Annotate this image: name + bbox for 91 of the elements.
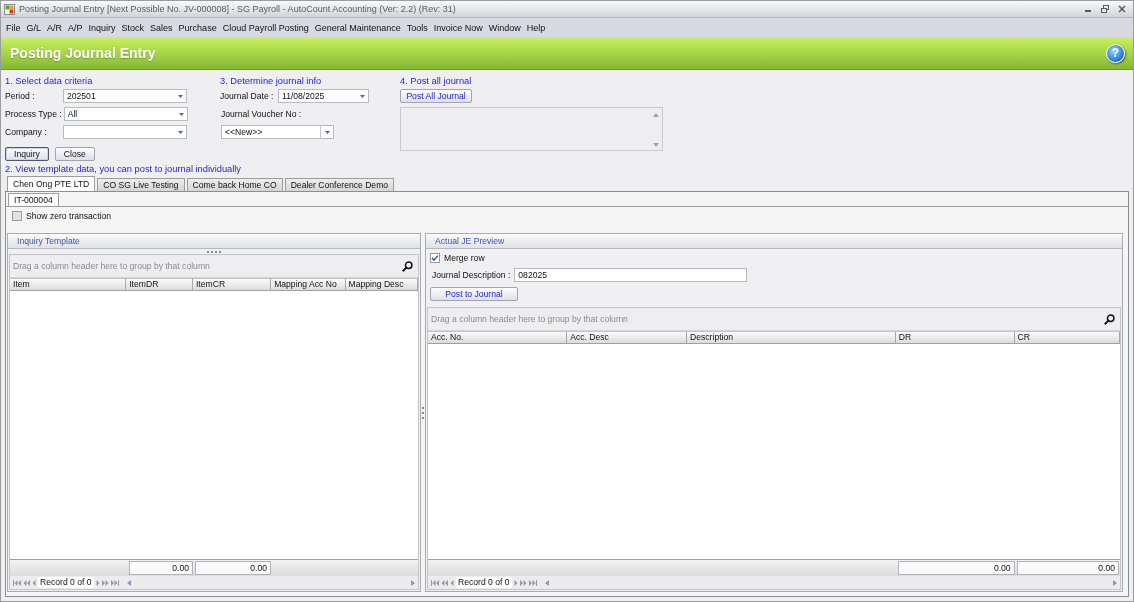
field-label: Journal Description : — [432, 270, 512, 280]
record-counter: Record 0 of 0 — [38, 577, 94, 588]
checkbox-label: Merge row — [444, 253, 485, 263]
tab[interactable]: Chen Ong PTE LTD — [7, 176, 96, 191]
menu-item[interactable]: A/P — [65, 22, 86, 33]
grip-icon[interactable] — [207, 250, 221, 253]
panel-title: Inquiry Template — [8, 234, 420, 249]
previous-page-icon[interactable] — [441, 579, 448, 586]
group-hint: Drag a column header here to group by that column — [13, 261, 210, 271]
text-field[interactable]: 082025 — [514, 268, 748, 282]
scroll-down-icon[interactable] — [653, 143, 659, 147]
app-icon — [4, 3, 15, 15]
checkbox[interactable] — [430, 253, 440, 263]
date-field[interactable]: 11/08/2025 — [278, 89, 369, 103]
last-icon[interactable] — [528, 579, 537, 586]
last-icon[interactable] — [110, 579, 119, 586]
scroll-right-icon[interactable] — [1113, 579, 1117, 586]
panel-title: Actual JE Preview — [426, 234, 1122, 249]
field-label: Process Type : — [5, 109, 63, 119]
menu-item[interactable]: File — [3, 22, 24, 33]
column-header[interactable]: Mapping Desc — [345, 278, 418, 291]
section-heading: 4. Post all journal — [400, 75, 473, 87]
column-header[interactable]: ItemCR — [193, 278, 272, 291]
menu-item[interactable]: Purchase — [175, 22, 220, 33]
menu-item[interactable]: Invoice Now — [430, 22, 486, 33]
field-label: Journal Voucher No : — [220, 109, 302, 119]
record-counter: Record 0 of 0 — [456, 577, 512, 588]
column-header[interactable]: Acc. No. — [428, 331, 568, 344]
caret-icon — [178, 94, 183, 98]
tab[interactable]: Come back Home CO — [186, 178, 283, 191]
column-header[interactable]: Description — [687, 331, 896, 344]
scroll-up-icon[interactable] — [653, 113, 659, 117]
menu-item[interactable]: Help — [523, 22, 549, 33]
section-heading: 3. Determine journal info — [220, 75, 323, 87]
scroll-left-icon[interactable] — [544, 579, 549, 586]
field-label: Journal Date : — [220, 91, 275, 101]
close-icon[interactable] — [1118, 5, 1126, 13]
dropdown-field[interactable]: <<New>> — [221, 125, 334, 139]
menu-item[interactable]: Sales — [147, 22, 176, 33]
total-cell: 0.00 — [195, 561, 271, 575]
menu-item[interactable]: Cloud Payroll Posting — [219, 22, 312, 33]
tab[interactable]: Dealer Conference Demo — [284, 178, 395, 191]
menu-item[interactable]: Window — [485, 22, 524, 33]
menu-item[interactable]: Tools — [403, 22, 431, 33]
post-journal-button[interactable]: Post to Journal — [430, 287, 518, 301]
first-icon[interactable] — [431, 579, 439, 586]
caret-icon — [178, 112, 184, 116]
menu-item[interactable]: Stock — [118, 22, 148, 33]
column-header[interactable]: Acc. Desc — [567, 331, 688, 344]
column-header[interactable]: CR — [1014, 331, 1120, 344]
column-header[interactable]: ItemDR — [126, 278, 193, 291]
section-heading: 2. View template data, you can post to journal individually — [5, 163, 242, 175]
dropdown-field[interactable] — [63, 125, 187, 139]
checkbox-label: Show zero transaction — [26, 211, 112, 221]
menu-item[interactable]: G/L — [23, 22, 45, 33]
checkbox[interactable] — [12, 211, 22, 221]
group-hint: Drag a column header here to group by that column — [431, 314, 628, 324]
post-all-button[interactable]: Post All Journal — [400, 89, 472, 103]
column-header[interactable]: DR — [895, 331, 1015, 344]
menu-item[interactable]: A/R — [44, 22, 66, 33]
page-title: Posting Journal Entry — [10, 45, 156, 61]
scroll-left-icon[interactable] — [126, 579, 131, 586]
form-button[interactable]: Inquiry — [5, 147, 49, 161]
field-label: Company : — [5, 127, 48, 137]
restore-icon[interactable] — [1101, 5, 1109, 13]
field-label: Period : — [5, 91, 36, 101]
caret-icon — [178, 130, 183, 134]
first-icon[interactable] — [13, 579, 21, 586]
total-cell: 0.00 — [898, 561, 1015, 575]
previous-icon[interactable] — [450, 579, 454, 586]
column-header[interactable]: Mapping Acc No — [271, 278, 346, 291]
search-icon[interactable] — [1104, 313, 1115, 325]
total-cell: 0.00 — [129, 561, 193, 575]
caret-icon — [324, 130, 330, 134]
section-heading: 1. Select data criteria — [5, 75, 94, 87]
tab[interactable]: IT-000004 — [8, 193, 59, 207]
column-header[interactable]: Item — [10, 278, 127, 291]
dropdown-field[interactable]: 202501 — [63, 89, 187, 103]
dropdown-field[interactable]: All — [63, 107, 188, 121]
memo-field[interactable] — [400, 107, 663, 151]
window-title: Posting Journal Entry [Next Possible No. JV-000008] - SG Payroll - AutoCount Accounting (Ver: 2.2) (Rev: 31) — [19, 4, 456, 14]
previous-page-icon[interactable] — [23, 579, 30, 586]
form-button[interactable]: Close — [54, 147, 95, 161]
previous-icon[interactable] — [32, 579, 36, 586]
menu-item[interactable]: Inquiry — [85, 22, 119, 33]
search-icon[interactable] — [402, 260, 413, 272]
tab[interactable]: CO SG Live Testing — [97, 178, 185, 191]
caret-icon — [360, 94, 365, 98]
total-cell: 0.00 — [1016, 561, 1119, 575]
menu-item[interactable]: General Maintenance — [311, 22, 404, 33]
scroll-right-icon[interactable] — [411, 579, 415, 586]
